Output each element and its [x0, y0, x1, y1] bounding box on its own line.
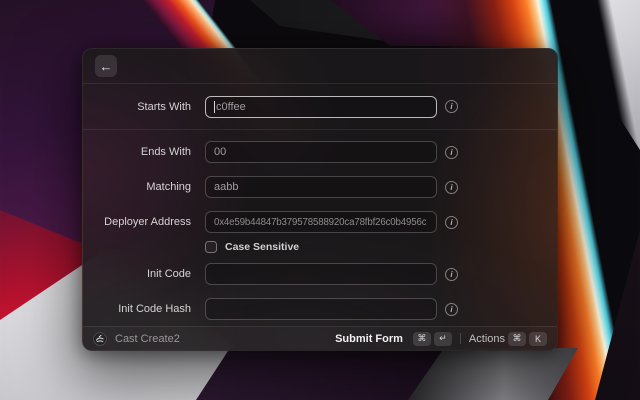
- text-cursor: [214, 100, 215, 113]
- raycast-window: ← Starts With c0ffee i Ends With 00 i Ma…: [82, 48, 558, 351]
- foundry-extension-icon: [93, 331, 107, 346]
- back-button[interactable]: ←: [95, 55, 117, 77]
- deployer-address-input[interactable]: 0x4e59b44847b379578588920ca78fbf26c0b495…: [205, 211, 437, 233]
- checkbox-label: Case Sensitive: [225, 241, 300, 253]
- cmd-key-icon: ⌘: [508, 331, 526, 346]
- init-code-hash-input[interactable]: [205, 298, 437, 320]
- info-icon[interactable]: i: [445, 180, 458, 194]
- input-value: 00: [214, 146, 227, 158]
- field-label: Deployer Address: [104, 216, 191, 228]
- input-value: 0x4e59b44847b379578588920ca78fbf26c0b495…: [214, 216, 427, 228]
- info-icon[interactable]: i: [445, 215, 458, 229]
- matching-input[interactable]: aabb: [205, 176, 437, 198]
- cmd-key-icon: ⌘: [412, 331, 431, 346]
- form-row-matching: Matching aabb i: [83, 176, 557, 198]
- form-row-init-code: Init Code i: [83, 263, 557, 285]
- info-icon[interactable]: i: [445, 302, 458, 316]
- form-row-ends-with: Ends With 00 i: [83, 141, 557, 163]
- action-bar-right: Submit Form ⌘ ↵ Actions ⌘ K: [335, 331, 547, 346]
- k-key-icon: K: [529, 331, 547, 346]
- input-value: aabb: [214, 181, 239, 193]
- desktop: ← Starts With c0ffee i Ends With 00 i Ma…: [0, 0, 640, 400]
- init-code-input[interactable]: [205, 263, 437, 285]
- action-bar-separator: [459, 333, 461, 344]
- back-arrow-icon: ←: [99, 58, 113, 74]
- ends-with-input[interactable]: 00: [205, 141, 437, 163]
- info-icon[interactable]: i: [445, 145, 458, 159]
- form-row-deployer-address: Deployer Address 0x4e59b44847b3795785889…: [83, 211, 557, 233]
- field-label: Ends With: [140, 146, 191, 158]
- actions-button[interactable]: Actions: [469, 333, 505, 345]
- return-key-icon: ↵: [433, 331, 452, 346]
- extension-name: Cast Create2: [115, 332, 180, 345]
- field-label: Init Code: [146, 268, 191, 280]
- submit-form-button[interactable]: Submit Form: [335, 333, 403, 345]
- field-label: Starts With: [137, 100, 191, 113]
- info-icon[interactable]: i: [445, 267, 458, 281]
- input-value: c0ffee: [216, 100, 246, 113]
- form-row-init-code-hash: Init Code Hash i: [83, 298, 557, 320]
- info-icon[interactable]: i: [445, 100, 458, 113]
- form-row-case-sensitive: Case Sensitive: [205, 241, 557, 253]
- section-divider: [83, 129, 557, 130]
- action-bar: Cast Create2 Submit Form ⌘ ↵ Actions ⌘ K: [83, 326, 557, 350]
- form-row-starts-with: Starts With c0ffee i: [83, 84, 557, 129]
- starts-with-input[interactable]: c0ffee: [205, 95, 437, 118]
- field-label: Init Code Hash: [118, 303, 191, 315]
- case-sensitive-checkbox[interactable]: [205, 241, 217, 253]
- window-header: ←: [83, 49, 557, 83]
- field-label: Matching: [146, 181, 191, 193]
